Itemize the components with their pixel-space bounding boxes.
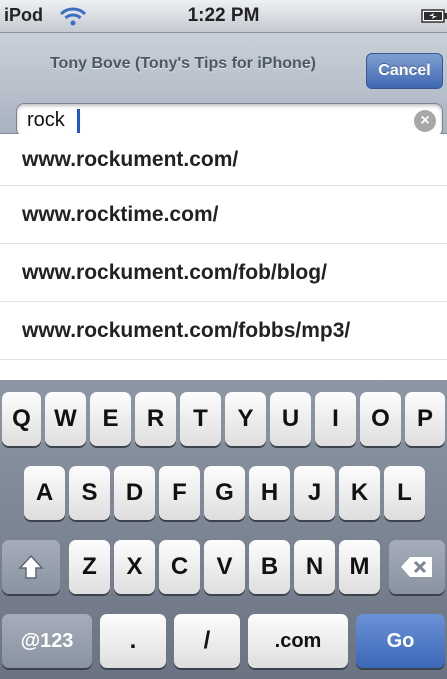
numbers-key[interactable]: @123 <box>2 614 92 668</box>
go-button[interactable]: Go <box>356 614 445 668</box>
url-bar: Tony Bove (Tony's Tips for iPhone) Cance… <box>0 33 447 137</box>
text-caret <box>77 109 80 133</box>
key-u[interactable]: U <box>270 392 311 446</box>
key-x[interactable]: X <box>114 540 155 594</box>
key-h[interactable]: H <box>249 466 290 520</box>
key-q[interactable]: Q <box>2 392 41 446</box>
key-j[interactable]: J <box>294 466 335 520</box>
key-f[interactable]: F <box>159 466 200 520</box>
page-title: Tony Bove (Tony's Tips for iPhone) <box>49 55 317 72</box>
key-m[interactable]: M <box>339 540 380 594</box>
key-g[interactable]: G <box>204 466 245 520</box>
status-bar: iPod 1:22 PM <box>0 0 447 33</box>
keyboard: Q W E R T Y U I O P A S D F G H J K L Z … <box>0 380 447 679</box>
url-input[interactable]: rock × <box>16 103 443 137</box>
key-k[interactable]: K <box>339 466 380 520</box>
key-i[interactable]: I <box>315 392 356 446</box>
key-t[interactable]: T <box>180 392 221 446</box>
url-input-value: rock <box>27 109 65 131</box>
key-z[interactable]: Z <box>69 540 110 594</box>
key-o[interactable]: O <box>360 392 401 446</box>
suggestion-item[interactable]: www.rocktime.com/ <box>0 186 447 244</box>
key-r[interactable]: R <box>135 392 176 446</box>
backspace-key[interactable] <box>389 540 445 594</box>
key-p[interactable]: P <box>405 392 445 446</box>
shift-key[interactable] <box>2 540 60 594</box>
dotcom-key[interactable]: .com <box>248 614 348 668</box>
key-d[interactable]: D <box>114 466 155 520</box>
backspace-icon <box>401 557 432 577</box>
cancel-button[interactable]: Cancel <box>366 53 443 89</box>
suggestion-item[interactable]: www.rockument.com/ <box>0 134 447 186</box>
key-l[interactable]: L <box>384 466 425 520</box>
key-y[interactable]: Y <box>225 392 266 446</box>
suggestion-item[interactable]: www.rockument.com/fob/blog/ <box>0 244 447 302</box>
suggestion-item[interactable]: www.rockument.com/fobbs/mp3/ <box>0 302 447 360</box>
battery-charging-icon <box>421 9 447 23</box>
slash-key[interactable]: / <box>174 614 240 668</box>
key-c[interactable]: C <box>159 540 200 594</box>
key-a[interactable]: A <box>24 466 65 520</box>
shift-arrow-icon <box>18 554 44 579</box>
clock: 1:22 PM <box>187 5 260 26</box>
key-n[interactable]: N <box>294 540 335 594</box>
key-v[interactable]: V <box>204 540 245 594</box>
suggestion-list: www.rockument.com/ www.rocktime.com/ www… <box>0 134 447 380</box>
key-e[interactable]: E <box>90 392 131 446</box>
dot-key[interactable]: . <box>100 614 166 668</box>
key-s[interactable]: S <box>69 466 110 520</box>
clear-icon[interactable]: × <box>414 110 436 132</box>
key-w[interactable]: W <box>45 392 86 446</box>
key-b[interactable]: B <box>249 540 290 594</box>
